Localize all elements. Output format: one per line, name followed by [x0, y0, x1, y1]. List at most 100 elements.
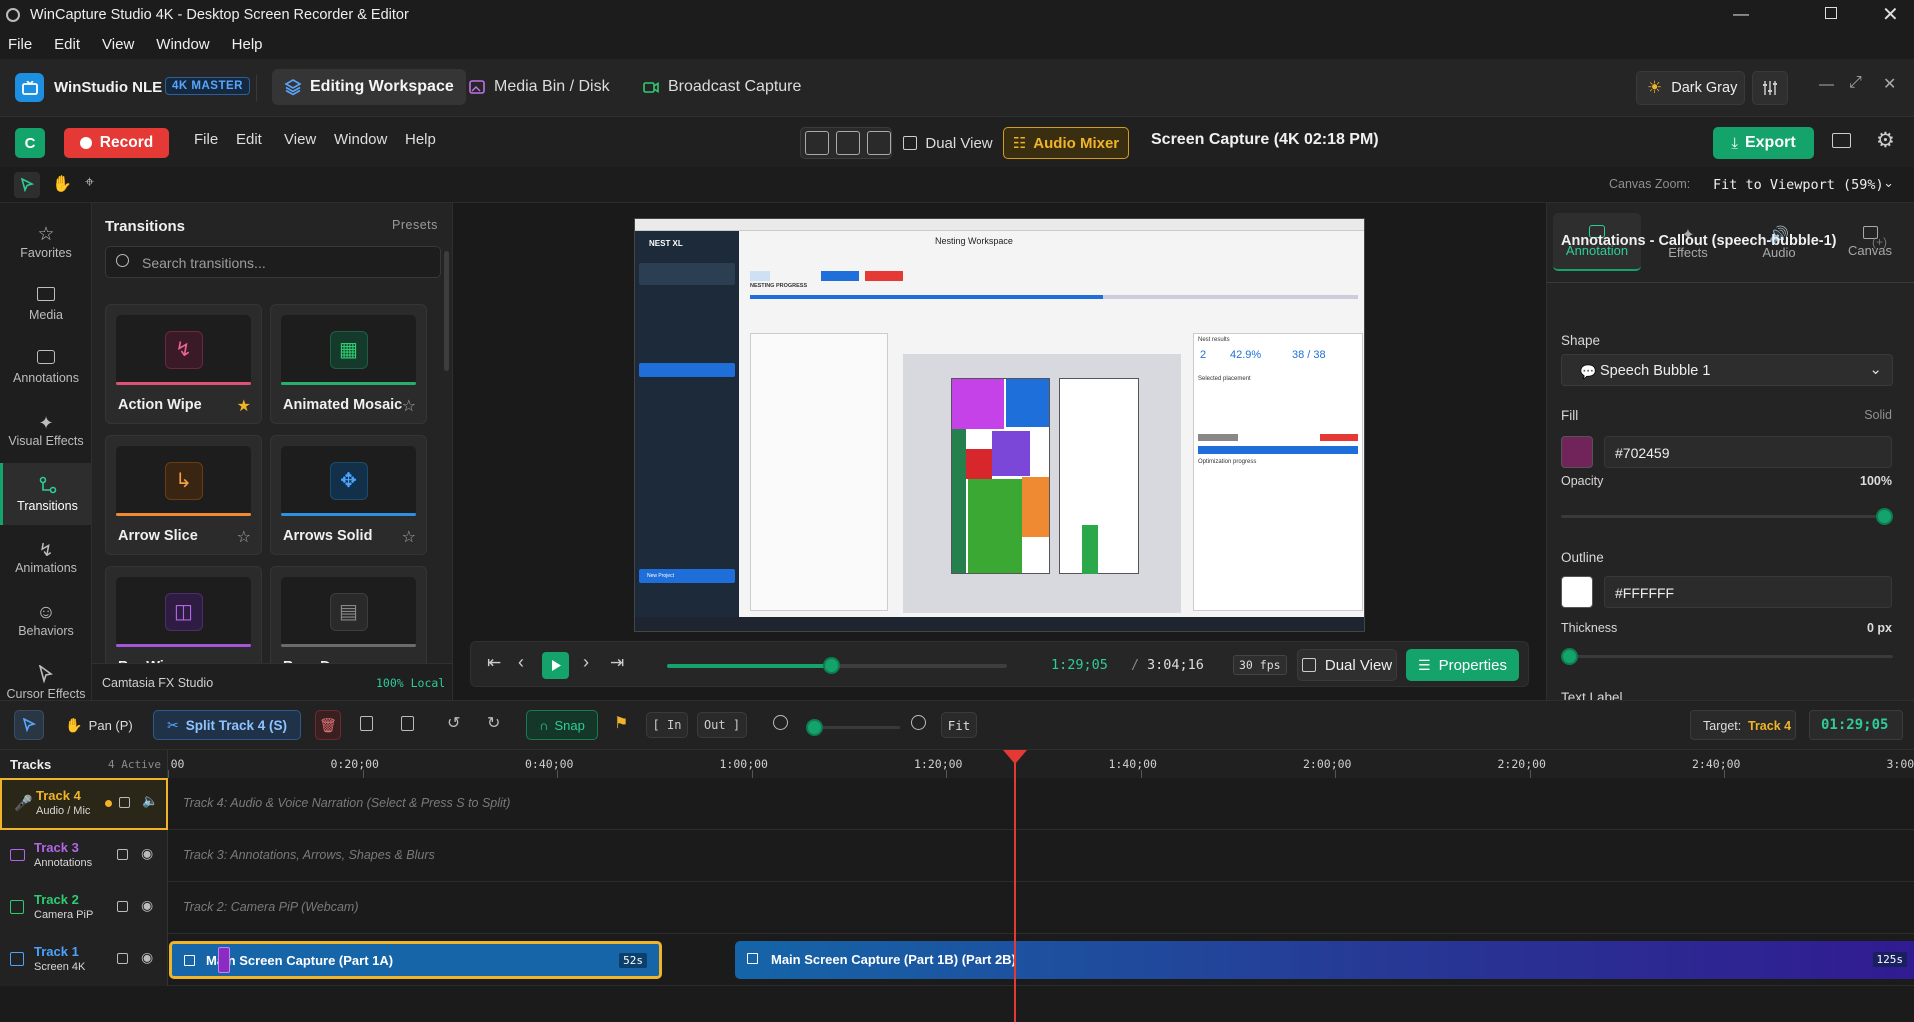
skip-forward-icon[interactable]: ⇥	[610, 653, 624, 673]
mixer-settings-button[interactable]	[1752, 71, 1788, 105]
menu-help[interactable]: Help	[232, 36, 263, 53]
nav-annotations[interactable]: Annotations	[0, 336, 92, 398]
dual-view-toggle[interactable]: Dual View	[900, 127, 996, 159]
nav-behaviors[interactable]: ☺ Behaviors	[0, 589, 92, 651]
search-input[interactable]: Search transitions...	[105, 246, 441, 278]
zoom-in-icon[interactable]	[911, 715, 926, 730]
out-point-button[interactable]: Out ]	[697, 712, 747, 738]
menu-view[interactable]: View	[102, 36, 134, 53]
favorite-star-icon[interactable]: ☆	[402, 396, 416, 416]
snap-toggle[interactable]: ∩ Snap	[526, 710, 598, 740]
favorite-star-icon[interactable]: ★	[237, 396, 251, 416]
minimize-icon[interactable]: —	[1733, 6, 1749, 24]
select-tool-icon[interactable]	[14, 172, 40, 198]
lock-icon[interactable]	[117, 953, 128, 964]
fill-hex-input[interactable]: #702459	[1604, 436, 1892, 468]
clip-part-1b[interactable]: Main Screen Capture (Part 1B) (Part 2B) …	[735, 941, 1914, 979]
redo-icon[interactable]: ↻	[487, 713, 500, 733]
nav-transitions[interactable]: Transitions	[0, 463, 92, 525]
transition-card-action-wipe[interactable]: ↯ Action Wipe ★	[105, 304, 262, 424]
layout-right-icon[interactable]	[867, 131, 891, 155]
transition-card-bar-wipe[interactable]: ◫ Bar Wipe	[105, 566, 262, 671]
video-frame[interactable]: NEST XL New Project Nesting Workspace NE…	[634, 218, 1365, 632]
delete-button[interactable]: 🗑	[315, 710, 341, 740]
shape-select[interactable]: 💬 Speech Bubble 1 ⌄	[1561, 354, 1893, 386]
export-button[interactable]: ⤓ Export	[1713, 127, 1814, 159]
nav-visual-effects[interactable]: ✦ Visual Effects	[0, 399, 92, 461]
theme-button[interactable]: ☀ Dark Gray	[1636, 71, 1745, 105]
record-arm-dot[interactable]	[105, 800, 112, 807]
scrollbar[interactable]	[444, 251, 449, 371]
tab-media-bin[interactable]: Media Bin / Disk	[456, 69, 622, 105]
clip-part-1a[interactable]: Main Screen Capture (Part 1A) 52s	[169, 941, 662, 979]
hand-tool-icon[interactable]: ✋	[52, 174, 72, 194]
previous-frame-icon[interactable]: ‹	[518, 652, 524, 673]
track-header-2[interactable]: Track 2 Camera PiP ◉	[0, 882, 168, 934]
thickness-slider[interactable]	[1561, 648, 1893, 665]
playhead[interactable]	[1014, 750, 1016, 1022]
select-tool-button[interactable]	[14, 710, 44, 740]
transition-card-animated-mosaic[interactable]: ▦ Animated Mosaic ☆	[270, 304, 427, 424]
opacity-slider-handle[interactable]	[1876, 508, 1893, 525]
lock-icon[interactable]	[119, 797, 130, 808]
track-row-1[interactable]: Track 1 Screen 4K ◉ Main Screen Capture …	[0, 934, 1914, 986]
annotation-marker[interactable]	[218, 947, 230, 973]
panel-close-icon[interactable]: ✕	[1883, 74, 1896, 94]
marker-flag-icon[interactable]: ⚑	[614, 713, 628, 733]
track-header-3[interactable]: Track 3 Annotations ◉	[0, 830, 168, 882]
canvas-zoom-select[interactable]: Fit to Viewport (59%) ⌄	[1692, 171, 1906, 199]
track-row-4[interactable]: 🎤 Track 4 Audio / Mic 🔈 Track 4: Audio &…	[0, 778, 1914, 830]
avatar[interactable]: C	[15, 128, 45, 158]
next-frame-icon[interactable]: ›	[583, 652, 589, 673]
play-button[interactable]	[542, 652, 569, 679]
undo-icon[interactable]: ↺	[447, 713, 460, 733]
favorite-star-icon[interactable]: ☆	[237, 527, 251, 547]
timeline-zoom-slider[interactable]	[806, 719, 900, 736]
opacity-slider[interactable]	[1561, 508, 1893, 525]
close-icon[interactable]: ✕	[1882, 2, 1899, 27]
gear-icon[interactable]: ⚙	[1876, 128, 1895, 153]
fit-button[interactable]: Fit	[941, 712, 977, 738]
playhead-handle[interactable]	[1003, 750, 1027, 764]
track-header-1[interactable]: Track 1 Screen 4K ◉	[0, 934, 168, 986]
nav-media[interactable]: Media	[0, 273, 92, 335]
tab-editing-workspace[interactable]: Editing Workspace	[272, 69, 466, 105]
transition-card-arrows-solid[interactable]: ✥ Arrows Solid ☆	[270, 435, 427, 555]
scrub-handle[interactable]	[823, 657, 841, 674]
expand-icon[interactable]: ⤢	[1849, 74, 1862, 92]
toolbar-menu-file[interactable]: File	[194, 131, 218, 148]
tab-broadcast-capture[interactable]: Broadcast Capture	[630, 69, 813, 105]
menu-window[interactable]: Window	[156, 36, 209, 53]
folder-icon[interactable]	[1832, 133, 1851, 148]
eye-icon[interactable]: ◉	[141, 949, 153, 966]
thickness-slider-handle[interactable]	[1561, 648, 1578, 665]
properties-button[interactable]: ☰ Properties	[1406, 649, 1519, 681]
split-track-button[interactable]: ✂ Split Track 4 (S)	[153, 710, 301, 740]
speaker-icon[interactable]: 🔈	[142, 793, 158, 809]
record-button[interactable]: Record	[64, 128, 169, 158]
scrub-bar[interactable]	[667, 657, 1007, 674]
track-header-4[interactable]: 🎤 Track 4 Audio / Mic 🔈	[0, 778, 168, 830]
zoom-out-icon[interactable]	[773, 715, 788, 730]
pan-tool-button[interactable]: ✋ Pan (P)	[60, 710, 138, 740]
toolbar-menu-edit[interactable]: Edit	[236, 131, 262, 148]
crop-tool-icon[interactable]: ⌖	[85, 174, 94, 192]
track-row-2[interactable]: Track 2 Camera PiP ◉ Track 2: Camera PiP…	[0, 882, 1914, 934]
toolbar-menu-view[interactable]: View	[284, 131, 316, 148]
in-point-button[interactable]: [ In	[646, 712, 688, 738]
fill-swatch[interactable]	[1561, 436, 1593, 468]
menu-edit[interactable]: Edit	[54, 36, 80, 53]
lock-icon[interactable]	[117, 901, 128, 912]
presets-link[interactable]: Presets	[392, 218, 438, 232]
copy-icon[interactable]	[360, 716, 373, 731]
favorite-star-icon[interactable]: ☆	[402, 527, 416, 547]
transition-card-barn-door[interactable]: ▤ Barn Door	[270, 566, 427, 671]
nav-favorites[interactable]: ☆ Favorites	[0, 210, 92, 272]
maximize-icon[interactable]	[1825, 7, 1837, 19]
toolbar-menu-help[interactable]: Help	[405, 131, 436, 148]
dual-view-button[interactable]: Dual View	[1297, 649, 1397, 681]
nav-animations[interactable]: ↯ Animations	[0, 526, 92, 588]
paste-icon[interactable]	[401, 716, 414, 731]
outline-hex-input[interactable]: #FFFFFF	[1604, 576, 1892, 608]
zoom-slider-handle[interactable]	[806, 719, 823, 736]
